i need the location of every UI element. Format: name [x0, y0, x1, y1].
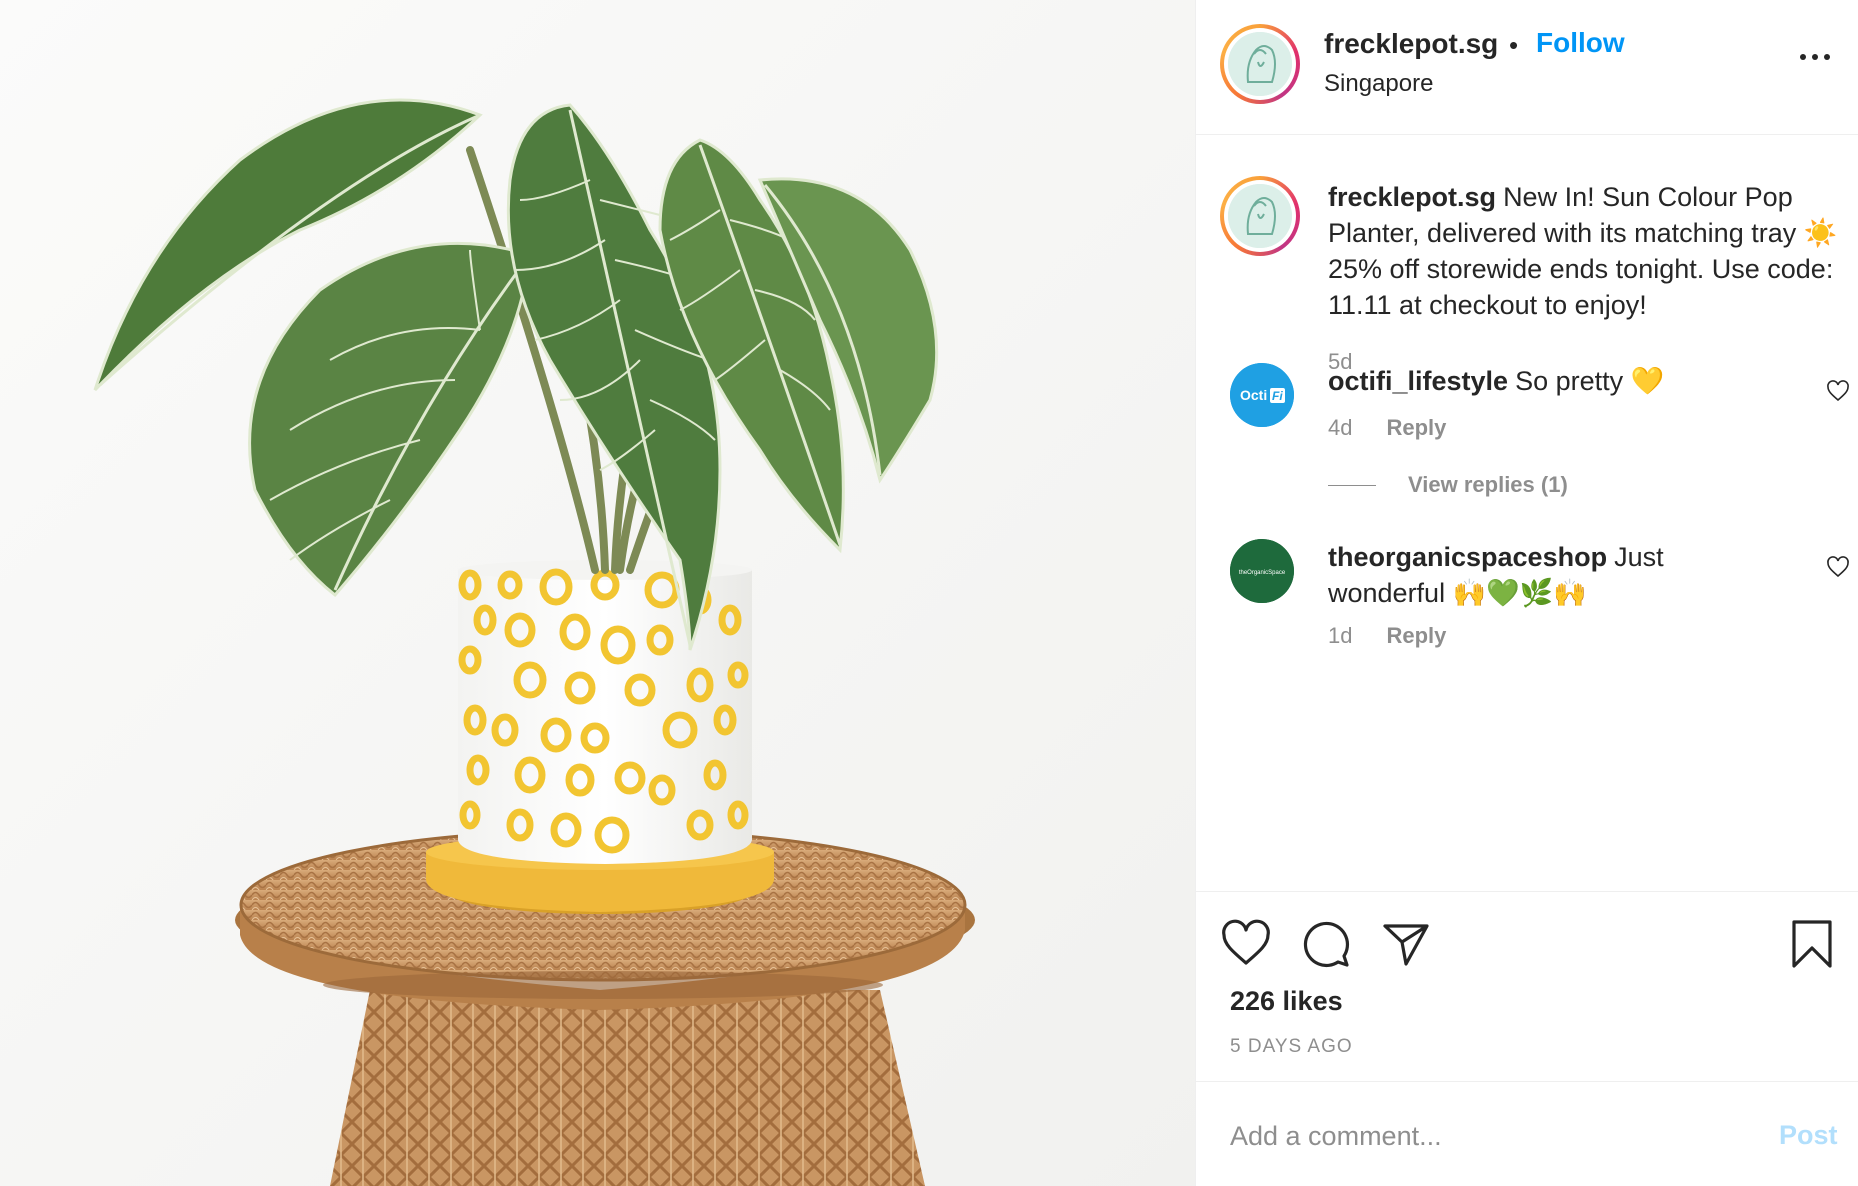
add-comment-input[interactable]	[1230, 1114, 1750, 1158]
plant-photo-illustration	[0, 0, 1195, 1186]
commenter-avatar[interactable]: Octi Fi	[1230, 363, 1294, 427]
comment-timestamp[interactable]: 1d	[1328, 623, 1352, 648]
caption-body-continued: 25% off storewide ends tonight. Use code…	[1328, 254, 1834, 320]
instagram-post: frecklepot.sg • Follow Singapore freckle…	[0, 0, 1858, 1186]
caption-text: frecklepot.sg New In! Sun Colour Pop Plan…	[1328, 179, 1838, 323]
replies-divider-line	[1328, 484, 1376, 486]
comment-text: theorganicspaceshop Just wonderful 🙌💚🌿🙌	[1328, 539, 1778, 611]
comment-username[interactable]: theorganicspaceshop	[1328, 542, 1607, 572]
post-location[interactable]: Singapore	[1324, 70, 1433, 98]
bookmark-icon[interactable]	[1786, 918, 1838, 970]
header-username[interactable]: frecklepot.sg	[1324, 28, 1498, 60]
caption-avatar[interactable]	[1220, 176, 1300, 256]
comment-meta: 1d Reply	[1328, 623, 1446, 649]
comment-meta: 4d Reply	[1328, 415, 1446, 441]
comment-text: octifi_lifestyle So pretty 💛	[1328, 363, 1778, 399]
post-photo[interactable]	[0, 0, 1196, 1186]
frecklepot-logo-icon	[1228, 184, 1292, 248]
profile-avatar[interactable]	[1220, 24, 1300, 104]
svg-text:Octi: Octi	[1240, 387, 1267, 403]
caption-username[interactable]: frecklepot.sg	[1328, 182, 1496, 212]
svg-text:theOrganicSpace: theOrganicSpace	[1239, 570, 1286, 576]
sun-emoji: ☀️	[1803, 218, 1838, 248]
post-actions: 226 likes 5 DAYS AGO	[1196, 891, 1858, 1082]
header-separator: •	[1509, 30, 1519, 60]
likes-count[interactable]: 226 likes	[1230, 986, 1343, 1017]
more-options-icon[interactable]	[1800, 50, 1834, 64]
post-comment-button[interactable]: Post	[1779, 1120, 1838, 1151]
comments-section: frecklepot.sg New In! Sun Colour Pop Plan…	[1196, 135, 1858, 891]
post-date[interactable]: 5 DAYS AGO	[1230, 1036, 1353, 1058]
follow-button[interactable]: Follow	[1536, 27, 1625, 59]
comment-timestamp[interactable]: 4d	[1328, 415, 1352, 440]
commenter-avatar[interactable]: theOrganicSpace	[1230, 539, 1294, 603]
reply-button[interactable]: Reply	[1386, 415, 1446, 440]
add-comment-bar: Post	[1196, 1081, 1858, 1186]
comment-like-heart-icon[interactable]	[1826, 379, 1850, 403]
view-replies-button[interactable]: View replies (1)	[1328, 472, 1568, 498]
svg-text:Fi: Fi	[1272, 389, 1283, 403]
frecklepot-logo-icon	[1228, 32, 1292, 96]
comment-body: So pretty 💛	[1515, 366, 1665, 396]
comment-like-heart-icon[interactable]	[1826, 555, 1850, 579]
heart-icon[interactable]	[1220, 918, 1272, 970]
octifi-logo-icon: Octi Fi	[1230, 363, 1294, 427]
comment-username[interactable]: octifi_lifestyle	[1328, 366, 1508, 396]
reply-button[interactable]: Reply	[1386, 623, 1446, 648]
share-icon[interactable]	[1380, 918, 1432, 970]
view-replies-label: View replies (1)	[1408, 472, 1568, 497]
post-header: frecklepot.sg • Follow Singapore	[1196, 0, 1858, 135]
organic-space-logo-icon: theOrganicSpace	[1230, 539, 1294, 603]
post-side-panel: frecklepot.sg • Follow Singapore freckle…	[1196, 0, 1858, 1186]
comment-icon[interactable]	[1300, 918, 1352, 970]
